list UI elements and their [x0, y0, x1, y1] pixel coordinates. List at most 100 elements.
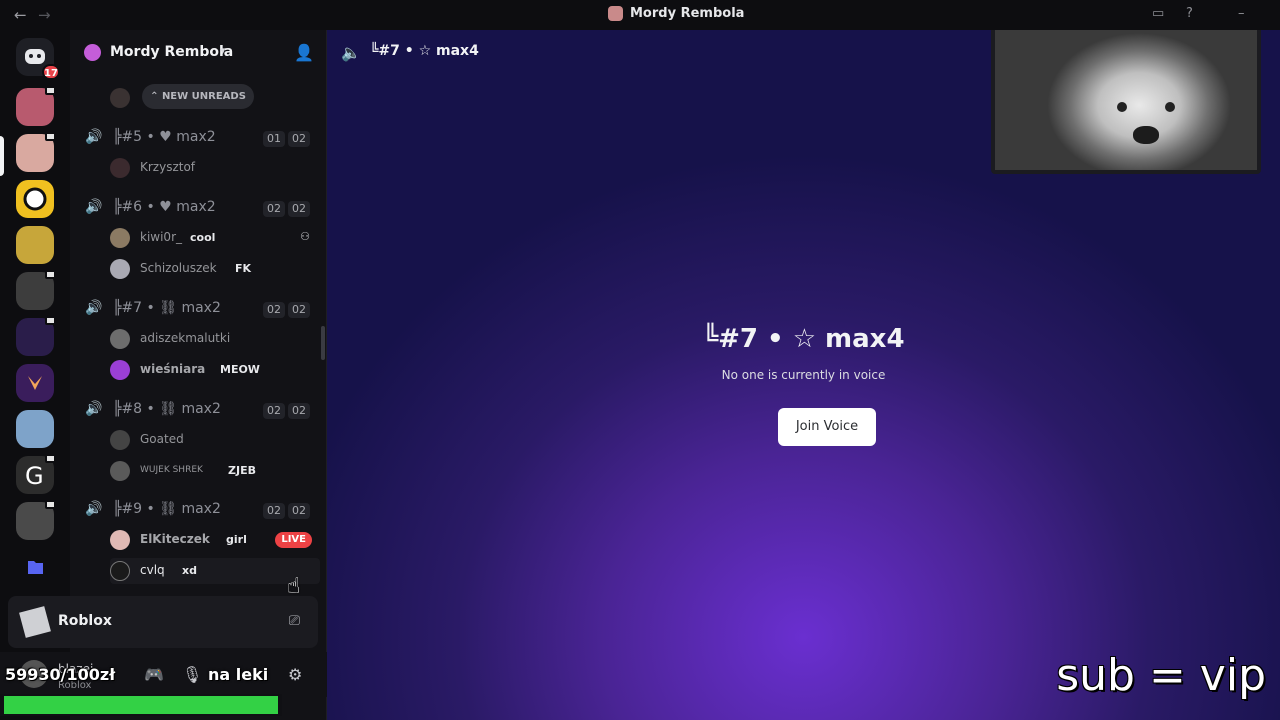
title-bar: ← → Mordy Rembola ▭ ? –: [0, 0, 1280, 30]
username: Goated: [140, 432, 184, 446]
stream-icon: ⚇: [300, 230, 310, 243]
server-icon-9[interactable]: G: [16, 454, 56, 494]
screen-share-icon: [45, 316, 56, 325]
user-tag: xd: [182, 564, 197, 577]
flame-logo-icon: [28, 376, 42, 390]
sub-vip-overlay: sub = vip: [1056, 650, 1266, 701]
controller-icon[interactable]: 🎮: [144, 665, 164, 684]
server-icon-4[interactable]: [16, 226, 54, 264]
header-channel-name: ╚#7 • ☆ max4: [370, 43, 479, 59]
voice-channel-name: ╠#9 • ⛓ max2: [113, 501, 221, 517]
speaker-icon: 🔊: [85, 401, 103, 417]
avatar: [110, 561, 130, 581]
server-icon-2[interactable]: [16, 132, 56, 172]
screen-share-icon: [45, 270, 56, 279]
voice-main-area: 🔈 ╚#7 • ☆ max4 ╚#7 • ☆ max4 No one is cu…: [327, 30, 1280, 720]
add-member-icon[interactable]: 👤: [294, 43, 314, 62]
gear-icon[interactable]: ⚙: [288, 665, 302, 684]
server-icon-7[interactable]: [16, 364, 54, 402]
server-icon-5[interactable]: [16, 270, 56, 310]
speaker-icon: 🔈: [341, 43, 361, 62]
avatar: [110, 360, 130, 380]
username: adiszekmalutki: [140, 331, 231, 345]
voice-user[interactable]: WUJEK SHREK ZJEB: [110, 458, 320, 484]
user-tag: cool: [190, 231, 216, 244]
activity-panel[interactable]: Roblox ⎚: [8, 596, 318, 648]
voice-user[interactable]: adiszekmalutki: [110, 326, 320, 352]
circle-logo-icon: [23, 187, 47, 211]
new-unreads-button[interactable]: ⌃ NEW UNREADS: [142, 84, 254, 109]
server-icon-6[interactable]: [16, 316, 56, 356]
voice-user[interactable]: Krzysztof: [110, 155, 320, 181]
username: Krzysztof: [140, 160, 196, 174]
home-badge: 17: [42, 64, 60, 80]
donation-progress-bar: [0, 694, 282, 716]
help-icon[interactable]: ?: [1186, 6, 1193, 21]
home-button[interactable]: 17: [16, 38, 60, 80]
donation-goal-label: na leki: [208, 665, 269, 684]
chevron-up-icon: ⌃: [150, 91, 162, 102]
dog-nose: [1133, 126, 1159, 144]
voice-channel-name: ╠#5 • ♥ max2: [113, 129, 216, 145]
avatar: [110, 228, 130, 248]
user-limit: 02: [288, 131, 310, 147]
screen-share-icon: [45, 132, 56, 141]
speaker-icon: 🔊: [85, 300, 103, 316]
voice-channel-8[interactable]: 🔊 ╠#8 • ⛓ max2 02 02: [70, 397, 327, 423]
microphone-icon[interactable]: 🎙: [182, 665, 202, 684]
voice-channel-6[interactable]: 🔊 ╠#6 • ♥ max2 02 02: [70, 195, 327, 221]
inbox-icon[interactable]: ▭: [1152, 6, 1164, 21]
voice-user[interactable]: kiwi0r_ cool ⚇: [110, 225, 320, 251]
avatar: [110, 158, 130, 178]
avatar: [110, 530, 130, 550]
screen-share-icon: [45, 454, 56, 463]
new-unreads-label: NEW UNREADS: [161, 91, 246, 102]
username: cvlq: [140, 563, 165, 577]
scrollbar[interactable]: [321, 326, 325, 360]
screen-share-icon: [45, 500, 56, 509]
server-icon-3[interactable]: [16, 180, 54, 218]
folder-button[interactable]: [16, 548, 54, 586]
user-tag: MEOW: [220, 363, 260, 376]
username: kiwi0r_: [140, 230, 182, 244]
voice-user[interactable]: Goated: [110, 427, 320, 453]
user-tag: FK: [235, 262, 252, 275]
user-count: 01: [263, 131, 285, 147]
selected-indicator: [0, 136, 4, 176]
server-header[interactable]: Mordy Rembola ▾ 👤: [70, 30, 327, 76]
dog-eye: [1117, 102, 1127, 112]
donation-counter: 59930/100zł: [5, 665, 116, 684]
server-icon-8[interactable]: [16, 410, 54, 448]
screen-share-button[interactable]: ⎚: [289, 613, 300, 629]
webcam-overlay: [991, 30, 1261, 174]
voice-channel-title: ╚#7 • ☆ max4: [702, 324, 905, 354]
join-voice-button[interactable]: Join Voice: [778, 408, 876, 446]
user-tag: girl: [226, 533, 247, 546]
chevron-down-icon: ▾: [220, 44, 226, 57]
user-limit: 02: [288, 503, 310, 519]
mouse-cursor-icon: ☝: [287, 574, 301, 599]
svg-text:G: G: [25, 462, 44, 490]
forward-button[interactable]: →: [38, 6, 51, 24]
game-name: Roblox: [58, 613, 112, 629]
folder-icon: [28, 561, 43, 574]
minimize-icon[interactable]: –: [1238, 6, 1245, 21]
speaker-icon: 🔊: [85, 501, 103, 517]
voice-user[interactable]: Schizoluszek FK: [110, 256, 320, 282]
voice-channel-5[interactable]: 🔊 ╠#5 • ♥ max2 01 02: [70, 125, 327, 151]
dog-eye: [1165, 102, 1175, 112]
voice-user[interactable]: ElKiteczek girl LIVE: [110, 527, 320, 553]
voice-channel-9[interactable]: 🔊 ╠#9 • ⛓ max2 02 02: [70, 497, 327, 523]
server-icon-1[interactable]: [16, 86, 56, 126]
speaker-icon: 🔊: [85, 129, 103, 145]
voice-user[interactable]: wieśniara MEOW: [110, 357, 320, 383]
avatar: [110, 461, 130, 481]
voice-channel-7[interactable]: 🔊 ╠#7 • ⛓ max2 02 02: [70, 296, 327, 322]
back-button[interactable]: ←: [14, 6, 27, 24]
user-count: 02: [263, 403, 285, 419]
server-icon-10[interactable]: [16, 500, 56, 540]
voice-channel-name: ╠#7 • ⛓ max2: [113, 300, 221, 316]
server-name: Mordy Rembola: [110, 44, 234, 60]
user-count: 02: [263, 302, 285, 318]
window-title: Mordy Rembola: [608, 6, 744, 21]
